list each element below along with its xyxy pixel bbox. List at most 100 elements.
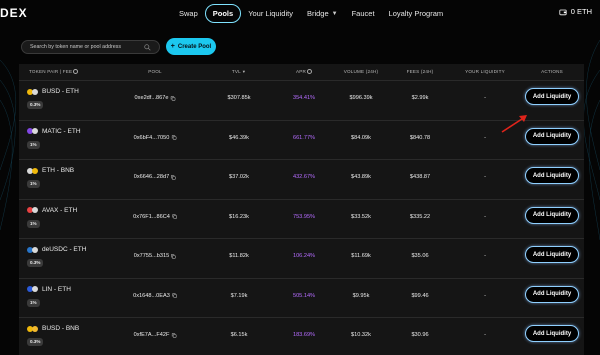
add-liquidity-button[interactable]: Add Liquidity — [525, 325, 579, 342]
pool-address: 0x6646...28d7 — [134, 174, 176, 180]
token-b-icon — [32, 88, 38, 95]
info-icon — [307, 69, 313, 74]
header-volume[interactable]: VOLUME (24H) — [344, 69, 379, 74]
token-pair[interactable]: AVAX - ETH — [27, 207, 77, 214]
pool-address: 0xfE7A...F42F — [134, 332, 177, 338]
token-icons — [27, 246, 38, 253]
header-fees[interactable]: FEES (24H) — [407, 69, 434, 74]
volume-value: $43.89k — [351, 174, 371, 180]
pool-address-text: 0x7755...b315 — [133, 253, 170, 259]
fees-value: $438.87 — [409, 174, 431, 180]
wallet-balance-button[interactable]: 0 ETH — [559, 7, 592, 16]
volume-value: $996.39k — [349, 95, 373, 101]
wallet-icon — [559, 9, 567, 15]
tvl-value: $37.02k — [229, 174, 249, 180]
plus-icon: + — [170, 43, 175, 50]
your-liquidity-value: - — [484, 174, 486, 180]
nav-bridge-label: Bridge — [306, 9, 329, 18]
apr-value: 183.69% — [292, 332, 316, 338]
header-token-pair-label: TOKEN PAIR | FEE — [29, 69, 73, 74]
pool-address-text: 0xfE7A...F42F — [133, 332, 170, 338]
tvl-value: $16.23k — [229, 213, 249, 220]
your-liquidity-value: - — [484, 95, 486, 101]
create-pool-button[interactable]: + Create Pool — [166, 38, 216, 55]
token-b-icon — [32, 246, 38, 253]
apr-value: 432.67% — [292, 174, 316, 180]
fees-value: $35.06 — [411, 253, 429, 259]
header-tvl-label: TVL — [231, 69, 241, 74]
token-b-icon — [32, 286, 38, 292]
token-b-icon — [32, 167, 38, 174]
token-icons — [27, 207, 38, 213]
nav-swap-label: Swap — [179, 9, 198, 18]
token-icons — [27, 128, 38, 134]
copy-icon[interactable] — [172, 293, 177, 298]
add-liquidity-button[interactable]: Add Liquidity — [525, 285, 579, 303]
sort-down-icon: ▼ — [241, 69, 247, 74]
nav-pools[interactable]: Pools — [204, 4, 242, 23]
search-icon — [144, 43, 151, 51]
copy-icon[interactable] — [170, 95, 176, 101]
tvl-value: $7.19k — [230, 292, 248, 299]
fee-badge: 0.3% — [27, 259, 44, 267]
tvl-value: $307.85k — [227, 95, 251, 101]
volume-value: $33.52k — [351, 213, 371, 220]
pool-address-text: 0x1648...0EA3 — [133, 292, 170, 299]
your-liquidity-value: - — [484, 332, 486, 338]
header-your-liquidity: YOUR LIQUIDITY — [465, 69, 505, 74]
nav-faucet[interactable]: Faucet — [345, 5, 382, 22]
pool-address-text: 0x76F1...86C4 — [133, 213, 170, 220]
token-pair[interactable]: BUSD - BNB — [27, 325, 79, 332]
copy-icon[interactable] — [171, 332, 177, 338]
nav-bridge[interactable]: Bridge ▼ — [300, 5, 345, 22]
pool-address-text: 0x6bF4...7050 — [133, 134, 170, 141]
add-liquidity-button[interactable]: Add Liquidity — [525, 167, 579, 184]
add-liquidity-button[interactable]: Add Liquidity — [525, 88, 579, 105]
token-pair[interactable]: deUSDC - ETH — [27, 246, 86, 253]
top-navigation: DEX Swap Pools Your Liquidity Bridge ▼ Fa… — [0, 0, 600, 28]
token-pair[interactable]: LIN - ETH — [27, 286, 71, 293]
fee-badge: 1% — [27, 180, 40, 188]
token-pair[interactable]: MATIC - ETH — [27, 128, 81, 135]
table-row: BUSD - BNB 0.3% 0xfE7A...F42F $6.15k 183.69%… — [19, 317, 584, 355]
header-tvl[interactable]: TVL▼ — [232, 69, 246, 74]
token-icons — [27, 167, 38, 174]
nav-pools-label: Pools — [212, 9, 234, 18]
table-row: deUSDC - ETH 0.3% 0x7755...b315 $11.82k 106.… — [19, 238, 584, 276]
token-pair[interactable]: ETH - BNB — [27, 167, 74, 174]
tvl-value: $6.15k — [230, 332, 248, 338]
pair-name: deUSDC - ETH — [42, 246, 87, 253]
add-liquidity-button[interactable]: Add Liquidity — [525, 127, 579, 145]
logo[interactable]: DEX — [0, 6, 28, 20]
volume-value: $9.95k — [352, 292, 370, 299]
table-row: ETH - BNB 1% 0x6646...28d7 $37.02k 432.67% $4… — [19, 159, 584, 197]
nav-your-liquidity[interactable]: Your Liquidity — [241, 5, 300, 22]
pool-address: 0xe2df...867e — [135, 95, 176, 101]
token-pair[interactable]: BUSD - ETH — [27, 88, 79, 95]
nav-loyalty-program[interactable]: Loyalty Program — [382, 5, 451, 22]
fees-value: $99.46 — [411, 292, 429, 299]
pool-address-text: 0xe2df...867e — [134, 95, 169, 101]
your-liquidity-value: - — [484, 292, 486, 299]
nav-your-liquidity-label: Your Liquidity — [248, 9, 293, 18]
nav-swap[interactable]: Swap — [172, 5, 205, 22]
copy-icon[interactable] — [172, 214, 177, 219]
wallet-balance: 0 ETH — [570, 7, 592, 16]
apr-value: 753.95% — [292, 213, 316, 220]
header-apr[interactable]: APR — [296, 69, 313, 74]
your-liquidity-value: - — [484, 134, 486, 141]
copy-icon[interactable] — [171, 253, 176, 259]
nav-loyalty-program-label: Loyalty Program — [388, 9, 444, 18]
add-liquidity-button[interactable]: Add Liquidity — [525, 206, 579, 224]
table-header: TOKEN PAIR | FEE POOL TVL▼ APR VOLUME (2… — [19, 64, 584, 80]
apr-value: 661.77% — [292, 134, 316, 141]
copy-icon[interactable] — [171, 135, 177, 140]
apr-value: 505.14% — [292, 292, 316, 299]
search-input[interactable] — [30, 44, 144, 50]
header-token-pair[interactable]: TOKEN PAIR | FEE — [29, 69, 79, 74]
pair-name: ETH - BNB — [42, 167, 75, 174]
copy-icon[interactable] — [171, 174, 176, 180]
your-liquidity-value: - — [484, 253, 486, 259]
your-liquidity-value: - — [484, 213, 486, 220]
add-liquidity-button[interactable]: Add Liquidity — [525, 246, 579, 263]
